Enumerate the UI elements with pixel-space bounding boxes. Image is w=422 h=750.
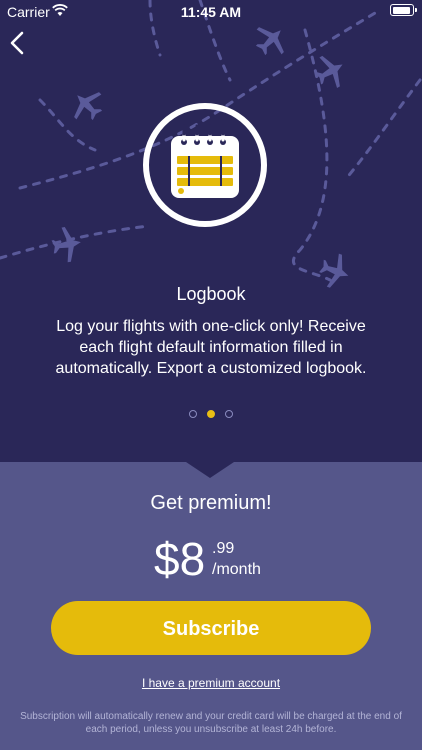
- page-indicator: [0, 410, 422, 418]
- flight-paths-illustration: [0, 0, 422, 288]
- feature-title: Logbook: [176, 284, 246, 304]
- panel-pointer: [186, 462, 234, 478]
- price-dollar: $8: [154, 533, 206, 585]
- page-dot-active[interactable]: [207, 410, 215, 418]
- premium-account-link[interactable]: I have a premium account: [0, 676, 422, 690]
- back-chevron-icon[interactable]: [6, 30, 30, 56]
- feature-icon-circle: [143, 103, 267, 227]
- feature-description: Log your flights with one-click only! Re…: [55, 318, 367, 377]
- status-bar: Carrier 11:45 AM: [0, 0, 422, 24]
- page-dot[interactable]: [225, 410, 233, 418]
- price-cents: .99: [212, 540, 235, 557]
- clock: 11:45 AM: [180, 4, 242, 20]
- price-period: /month: [212, 561, 261, 578]
- subscribe-button[interactable]: Subscribe: [51, 601, 371, 655]
- premium-title: Get premium!: [150, 492, 272, 514]
- page-dot[interactable]: [189, 410, 197, 418]
- subscription-screen: Carrier 11:45 AM Logbook Log your flight…: [0, 0, 422, 750]
- calendar-icon: [171, 124, 239, 198]
- fine-print: Subscription will automatically renew an…: [20, 711, 402, 735]
- feature-hero: Carrier 11:45 AM Logbook Log your flight…: [0, 0, 422, 462]
- battery-icon: [390, 4, 417, 16]
